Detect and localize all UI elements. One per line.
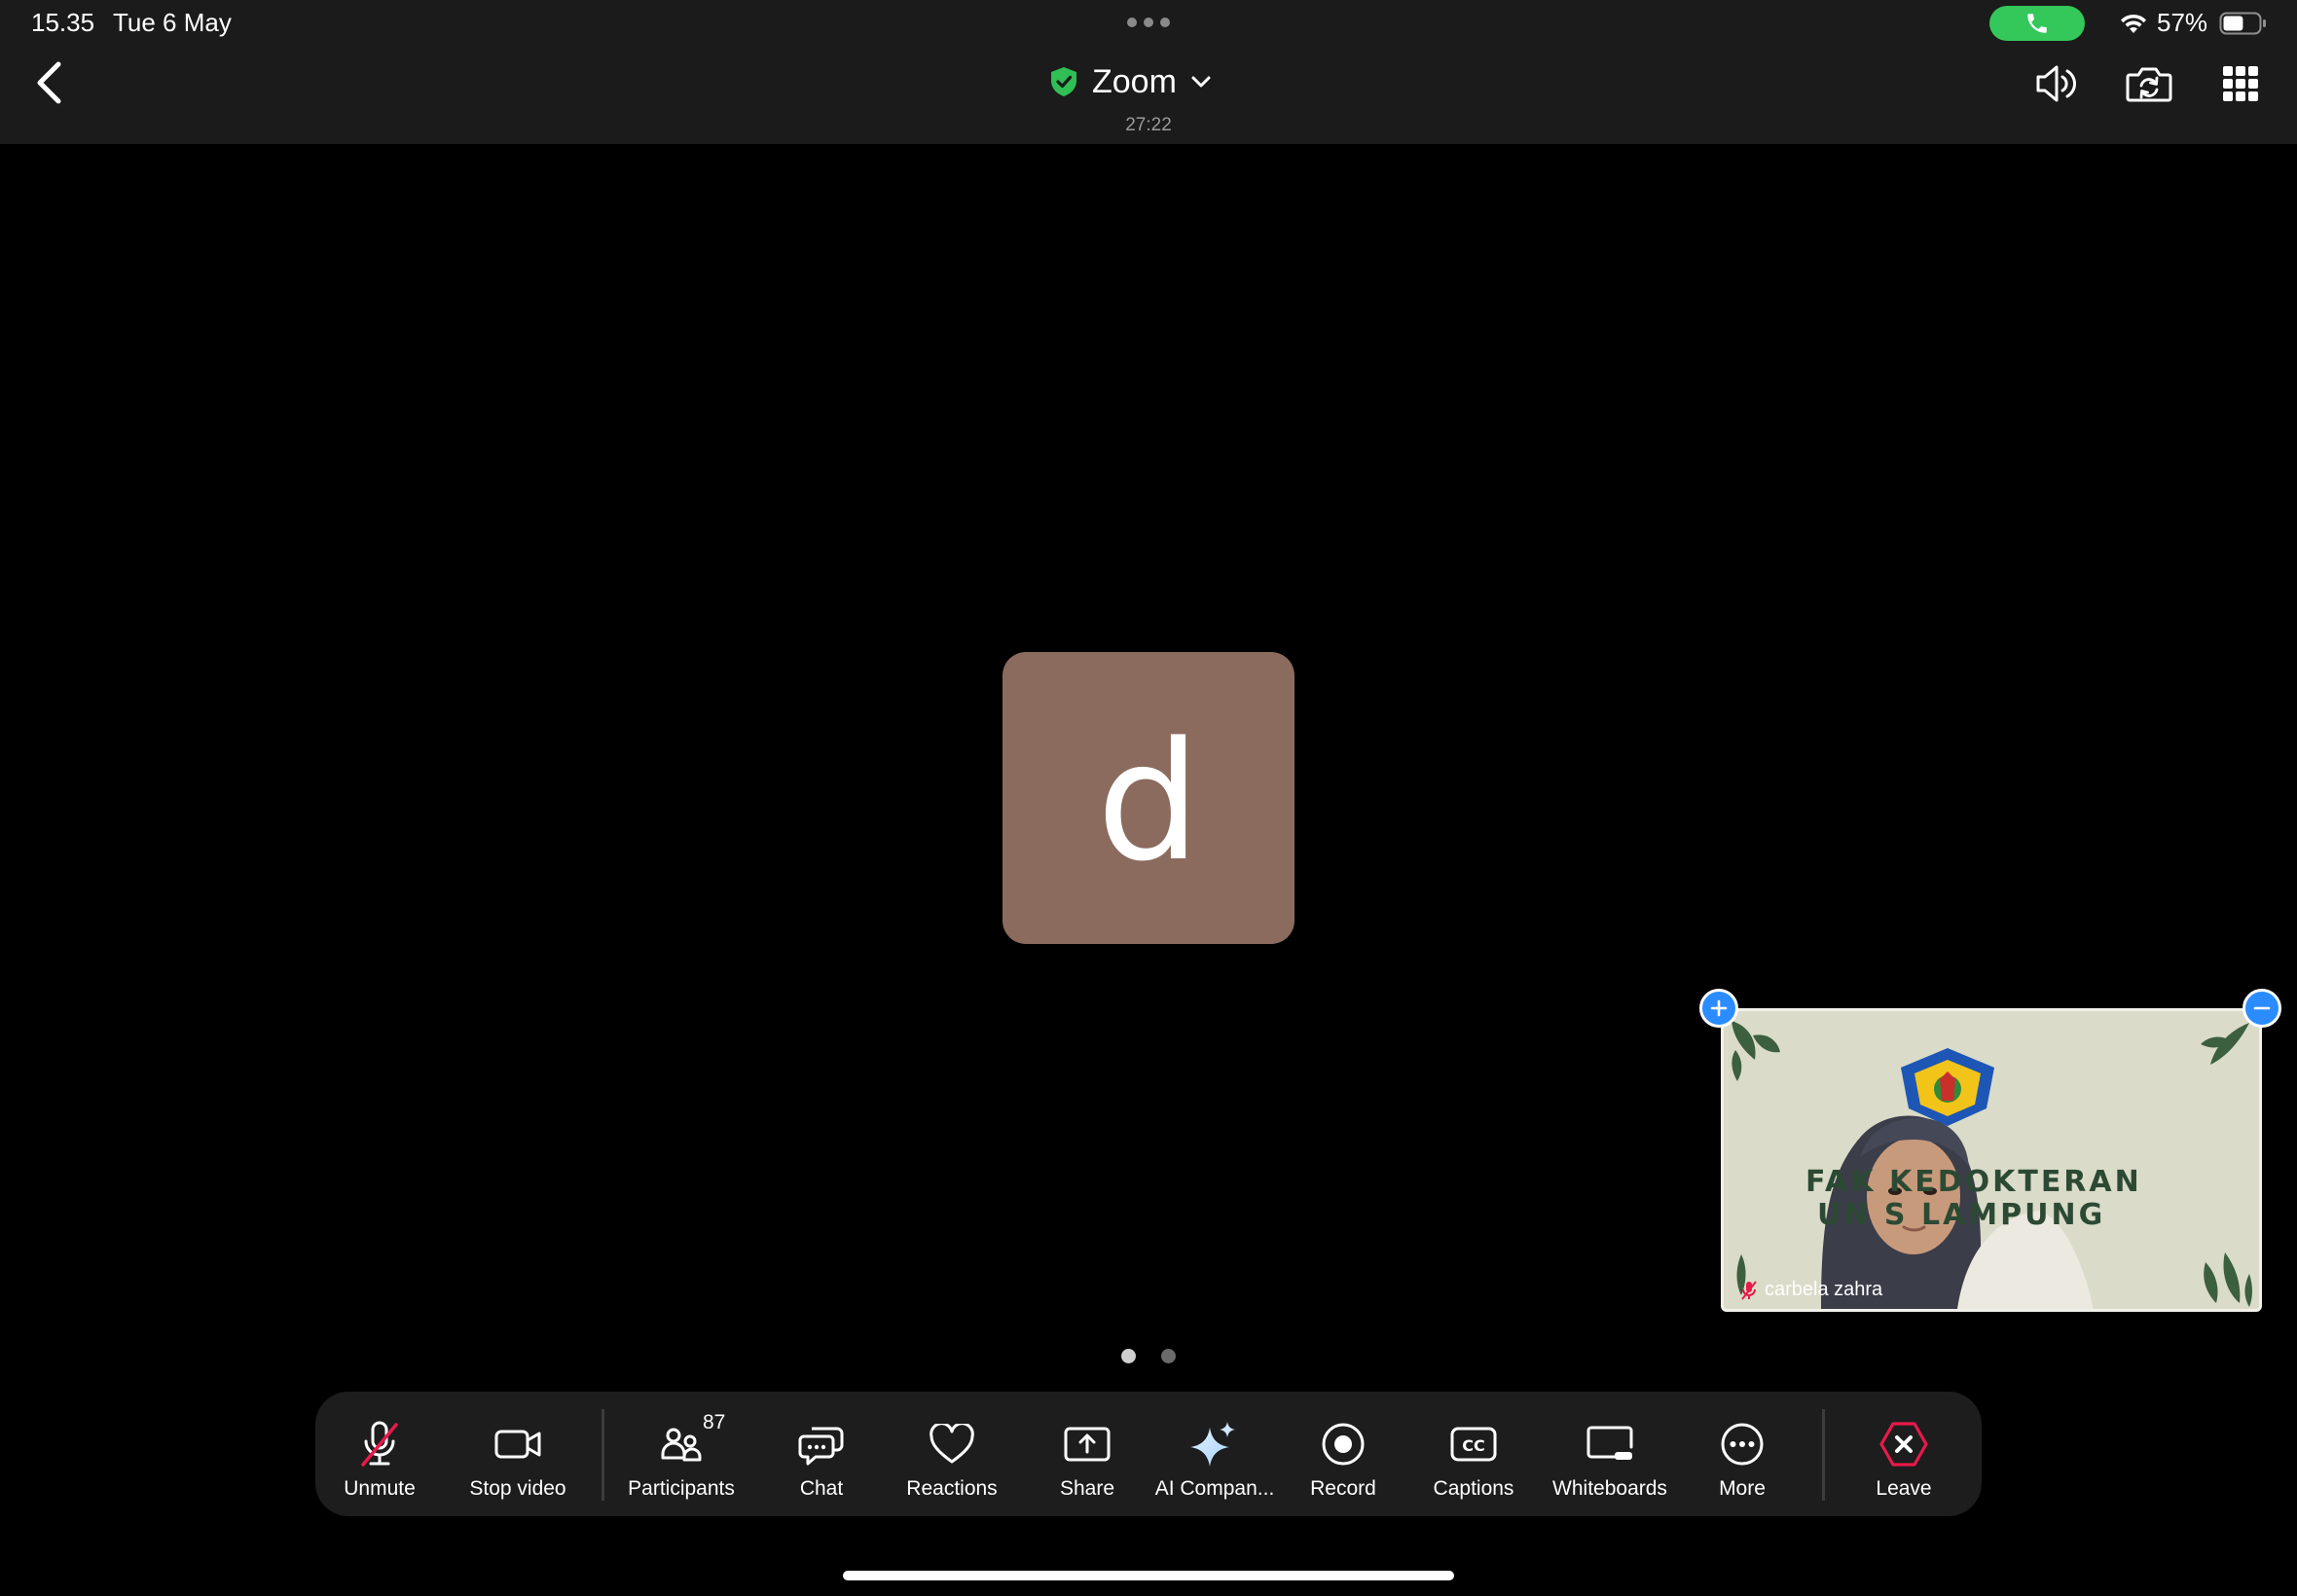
heart-icon xyxy=(930,1424,974,1464)
video-camera-icon xyxy=(494,1430,541,1459)
share-button[interactable]: Share xyxy=(1034,1392,1141,1516)
reactions-label: Reactions xyxy=(906,1477,998,1500)
leave-icon xyxy=(1879,1422,1928,1467)
participants-icon xyxy=(661,1428,702,1462)
wifi-icon xyxy=(2121,14,2146,33)
toolbar-separator xyxy=(1822,1409,1825,1501)
whiteboards-button[interactable]: Whiteboards xyxy=(1546,1392,1674,1516)
camera-switch-icon xyxy=(2126,67,2172,102)
closed-captions-icon: CC xyxy=(1450,1427,1497,1462)
back-chevron-icon xyxy=(37,61,61,104)
page-dot-1[interactable] xyxy=(1121,1348,1136,1363)
self-view-thumbnail[interactable]: FAK KEDOKTERAN UN S LAMPUNG carbela zahr… xyxy=(1721,1008,2262,1312)
leave-button[interactable]: Leave xyxy=(1853,1392,1954,1516)
minimize-thumbnail-button[interactable] xyxy=(2242,989,2281,1028)
reactions-button[interactable]: Reactions xyxy=(890,1392,1014,1516)
unmute-button[interactable]: Unmute xyxy=(329,1392,430,1516)
status-time: 15.35 xyxy=(31,8,95,37)
status-bar: 15.35 Tue 6 May 57% xyxy=(0,0,2297,47)
participants-label: Participants xyxy=(628,1477,735,1500)
chat-label: Chat xyxy=(799,1477,844,1500)
speaker-icon xyxy=(2036,65,2077,102)
banner-line-2: UN S LAMPUNG xyxy=(1817,1198,2106,1232)
battery-icon xyxy=(2219,12,2266,35)
meeting-toolbar: Unmute Stop video 87 Participants Chat R… xyxy=(315,1392,1982,1516)
ai-companion-label: AI Compan... xyxy=(1154,1477,1275,1500)
switch-camera-button[interactable] xyxy=(2124,58,2174,109)
ai-sparkle-icon xyxy=(1190,1422,1235,1467)
gallery-view-button[interactable] xyxy=(2215,58,2266,109)
home-indicator[interactable] xyxy=(843,1571,1454,1580)
more-dots-icon xyxy=(1721,1423,1764,1466)
share-label: Share xyxy=(1059,1477,1115,1500)
chat-bubble-icon xyxy=(798,1427,844,1466)
chat-button[interactable]: Chat xyxy=(765,1392,878,1516)
zoom-meeting-screen: 15.35 Tue 6 May 57% Zoom 27:22 d FAK KED… xyxy=(0,0,2297,1596)
plus-icon xyxy=(1710,999,1728,1017)
stop-video-label: Stop video xyxy=(469,1477,566,1500)
mic-off-icon xyxy=(361,1421,398,1467)
captions-label: Captions xyxy=(1433,1477,1514,1500)
page-dot-2[interactable] xyxy=(1161,1348,1176,1363)
shield-check-icon xyxy=(1051,67,1076,96)
participants-count-badge: 87 xyxy=(703,1411,726,1433)
phone-icon xyxy=(2027,14,2047,33)
avatar-initial: d xyxy=(1096,707,1201,897)
meeting-timer: 27:22 xyxy=(1125,115,1172,135)
university-emblem xyxy=(1901,1048,1994,1126)
back-button[interactable] xyxy=(25,58,74,107)
active-call-pill[interactable] xyxy=(1989,6,2085,41)
banner-line-1: FAK KEDOKTERAN xyxy=(1805,1165,2142,1199)
stop-video-button[interactable]: Stop video xyxy=(457,1392,578,1516)
more-label: More xyxy=(1719,1477,1766,1500)
page-indicator[interactable] xyxy=(1121,1348,1176,1363)
whiteboard-icon xyxy=(1586,1426,1633,1460)
leave-label: Leave xyxy=(1876,1477,1932,1500)
active-speaker-avatar[interactable]: d xyxy=(1003,652,1294,944)
meeting-title-dropdown[interactable]: Zoom xyxy=(1049,60,1212,103)
share-screen-icon xyxy=(1064,1427,1111,1462)
record-label: Record xyxy=(1310,1477,1376,1500)
grid-icon xyxy=(2223,66,2258,101)
expand-thumbnail-button[interactable] xyxy=(1699,989,1738,1028)
self-view-name-tag: carbela zahra xyxy=(1741,1279,1882,1301)
participants-button[interactable]: 87 Participants xyxy=(621,1392,742,1516)
record-icon xyxy=(1322,1423,1365,1466)
meeting-title: Zoom xyxy=(1092,62,1177,100)
self-view-name: carbela zahra xyxy=(1765,1279,1883,1300)
meeting-header: Zoom 27:22 xyxy=(0,47,2297,144)
record-button[interactable]: Record xyxy=(1293,1392,1394,1516)
ai-companion-button[interactable]: AI Compan... xyxy=(1150,1392,1279,1516)
unmute-label: Unmute xyxy=(344,1477,416,1500)
battery-percent: 57% xyxy=(2157,8,2208,37)
toolbar-separator xyxy=(602,1409,604,1501)
mic-muted-icon xyxy=(1741,1280,1757,1300)
status-date: Tue 6 May xyxy=(113,8,232,37)
self-view-video-image xyxy=(1732,1021,2252,1309)
svg-text:CC: CC xyxy=(1462,1436,1484,1455)
whiteboards-label: Whiteboards xyxy=(1552,1477,1667,1500)
chevron-down-icon xyxy=(1191,76,1211,88)
more-button[interactable]: More xyxy=(1692,1392,1793,1516)
multitasking-dots-icon[interactable] xyxy=(1127,18,1170,27)
captions-button[interactable]: CC Captions xyxy=(1423,1392,1524,1516)
minus-icon xyxy=(2253,1006,2271,1010)
audio-output-button[interactable] xyxy=(2030,58,2081,109)
